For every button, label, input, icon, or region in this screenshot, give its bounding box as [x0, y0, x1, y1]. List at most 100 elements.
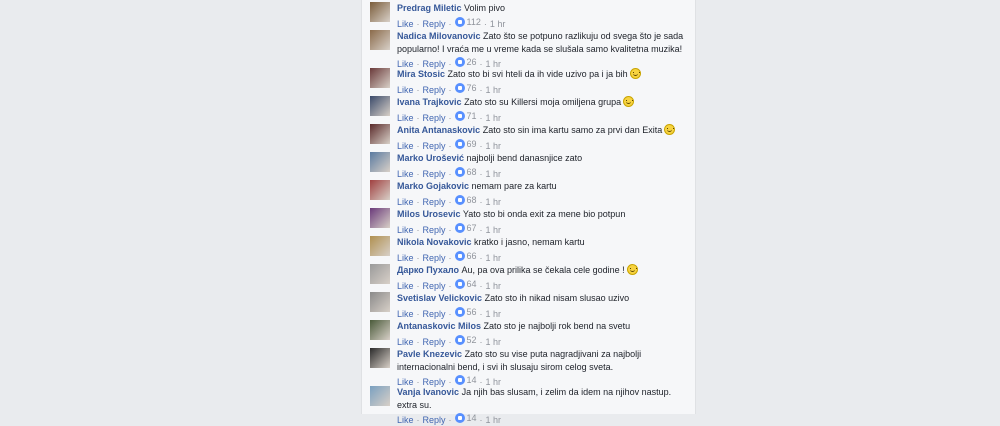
- avatar[interactable]: [370, 68, 390, 88]
- reply-link[interactable]: Reply: [423, 169, 446, 179]
- like-link[interactable]: Like: [397, 141, 414, 151]
- like-link[interactable]: Like: [397, 309, 414, 319]
- avatar[interactable]: [370, 292, 390, 312]
- comment-timestamp[interactable]: 1 hr: [486, 141, 502, 151]
- commenter-name[interactable]: Anita Antanaskovic: [397, 125, 480, 135]
- reply-link[interactable]: Reply: [423, 309, 446, 319]
- like-count[interactable]: 66: [454, 250, 477, 262]
- commenter-name[interactable]: Nadica Milovanovic: [397, 31, 481, 41]
- avatar[interactable]: [370, 96, 390, 116]
- comment-text: najbolji bend danasnjice zato: [466, 153, 583, 163]
- reply-link[interactable]: Reply: [423, 141, 446, 151]
- commenter-name[interactable]: Ivana Trajkovic: [397, 97, 462, 107]
- thumbs-up-icon: [454, 138, 465, 149]
- comment-timestamp[interactable]: 1 hr: [486, 253, 502, 263]
- comment-actions: Like · Reply · 64 · 1 hr: [397, 278, 687, 292]
- comment-timestamp[interactable]: 1 hr: [486, 113, 502, 123]
- commenter-name[interactable]: Marko Gojakovic: [397, 181, 469, 191]
- reply-link[interactable]: Reply: [423, 253, 446, 263]
- comment-timestamp[interactable]: 1 hr: [486, 197, 502, 207]
- comment-timestamp[interactable]: 1 hr: [486, 85, 502, 95]
- avatar[interactable]: [370, 236, 390, 256]
- commenter-name[interactable]: Milos Urosevic: [397, 209, 461, 219]
- reply-link[interactable]: Reply: [423, 113, 446, 123]
- like-link[interactable]: Like: [397, 415, 414, 425]
- like-count[interactable]: 64: [454, 278, 477, 290]
- reply-link[interactable]: Reply: [423, 197, 446, 207]
- thumbs-up-icon: [454, 413, 465, 423]
- like-count[interactable]: 52: [454, 334, 477, 346]
- comment-timestamp[interactable]: 1 hr: [486, 337, 502, 347]
- commenter-name[interactable]: Mira Stosic: [397, 69, 445, 79]
- avatar[interactable]: [370, 30, 390, 50]
- commenter-name[interactable]: Antanaskovic Milos: [397, 321, 481, 331]
- avatar[interactable]: [370, 264, 390, 284]
- like-link[interactable]: Like: [397, 19, 414, 29]
- like-count[interactable]: 14: [454, 374, 477, 386]
- reply-link[interactable]: Reply: [423, 281, 446, 291]
- comment-text: kratko i jasno, nemam kartu: [474, 237, 585, 247]
- comment-timestamp[interactable]: 1 hr: [486, 415, 502, 425]
- commenter-name[interactable]: Predrag Miletic: [397, 3, 462, 13]
- avatar[interactable]: [370, 180, 390, 200]
- comment-text: Zato sto ih nikad nisam slusao uzivo: [484, 293, 630, 303]
- comment-timestamp[interactable]: 1 hr: [486, 281, 502, 291]
- comment-actions: Like · Reply · 76 · 1 hr: [397, 82, 687, 96]
- comment-timestamp[interactable]: 1 hr: [486, 225, 502, 235]
- thumbs-up-icon: [454, 194, 465, 205]
- commenter-name[interactable]: Дарко Пухало: [397, 265, 459, 275]
- like-count-value: 68: [466, 194, 477, 205]
- separator: ·: [483, 18, 487, 29]
- like-link[interactable]: Like: [397, 85, 414, 95]
- like-link[interactable]: Like: [397, 337, 414, 347]
- like-count[interactable]: 56: [454, 306, 477, 318]
- separator: ·: [416, 308, 420, 319]
- commenter-name[interactable]: Marko Urošević: [397, 153, 464, 163]
- separator: ·: [416, 224, 420, 235]
- comment-body: Anita Antanaskovic Zato sto sin ima kart…: [397, 124, 687, 152]
- like-count[interactable]: 69: [454, 138, 477, 150]
- like-count[interactable]: 68: [454, 166, 477, 178]
- smiley-emoji-icon: [629, 68, 641, 79]
- like-count[interactable]: 71: [454, 110, 477, 122]
- like-count[interactable]: 67: [454, 222, 477, 234]
- reply-link[interactable]: Reply: [423, 85, 446, 95]
- comment-text: Volim pivo: [464, 3, 506, 13]
- comment-timestamp[interactable]: 1 hr: [486, 169, 502, 179]
- like-link[interactable]: Like: [397, 253, 414, 263]
- comment-text-line: Nadica Milovanovic Zato što se potpuno r…: [397, 30, 687, 55]
- avatar[interactable]: [370, 208, 390, 228]
- comment-text: Zato sto su Killersi moja omiljena grupa: [464, 97, 622, 107]
- avatar[interactable]: [370, 386, 390, 406]
- comment-timestamp[interactable]: 1 hr: [490, 19, 506, 29]
- commenter-name[interactable]: Pavle Knezevic: [397, 349, 462, 359]
- like-link[interactable]: Like: [397, 281, 414, 291]
- reply-link[interactable]: Reply: [423, 415, 446, 425]
- separator: ·: [479, 280, 483, 291]
- comment-text: Zato sto je najbolji rok bend na svetu: [483, 321, 631, 331]
- reply-link[interactable]: Reply: [423, 19, 446, 29]
- like-count-value: 66: [466, 250, 477, 261]
- like-count-value: 67: [466, 222, 477, 233]
- avatar[interactable]: [370, 348, 390, 368]
- like-link[interactable]: Like: [397, 197, 414, 207]
- commenter-name[interactable]: Nikola Novakovic: [397, 237, 472, 247]
- comment-timestamp[interactable]: 1 hr: [486, 309, 502, 319]
- like-count[interactable]: 76: [454, 82, 477, 94]
- like-link[interactable]: Like: [397, 169, 414, 179]
- commenter-name[interactable]: Vanja Ivanovic: [397, 387, 459, 397]
- avatar[interactable]: [370, 152, 390, 172]
- separator: ·: [448, 415, 452, 425]
- like-link[interactable]: Like: [397, 113, 414, 123]
- like-link[interactable]: Like: [397, 225, 414, 235]
- reply-link[interactable]: Reply: [423, 337, 446, 347]
- reply-link[interactable]: Reply: [423, 225, 446, 235]
- like-count[interactable]: 112: [454, 16, 481, 28]
- separator: ·: [416, 415, 420, 425]
- like-count[interactable]: 68: [454, 194, 477, 206]
- avatar[interactable]: [370, 320, 390, 340]
- avatar[interactable]: [370, 124, 390, 144]
- like-count[interactable]: 26: [454, 56, 477, 68]
- avatar[interactable]: [370, 2, 390, 22]
- commenter-name[interactable]: Svetislav Velickovic: [397, 293, 482, 303]
